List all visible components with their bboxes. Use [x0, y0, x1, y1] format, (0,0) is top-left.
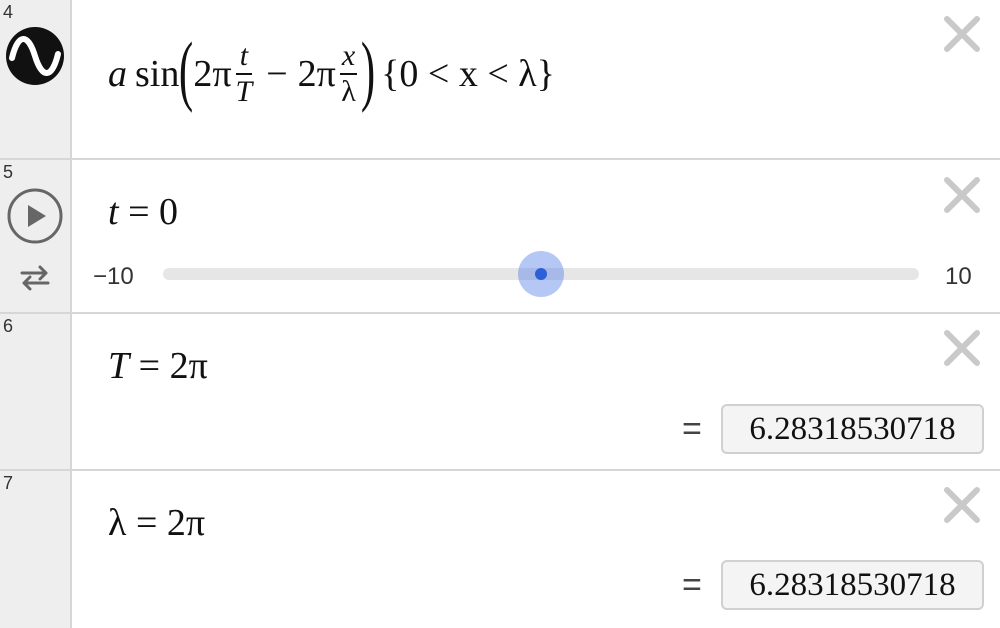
row-number: 7: [3, 473, 14, 493]
computed-value-box: 6.28318530718: [721, 560, 984, 610]
function-expression[interactable]: a sin ( 2π t T − 2π x λ ) {0 < x < λ}: [108, 24, 555, 124]
row-gutter: 4: [0, 0, 72, 158]
algebra-row-7[interactable]: 7 λ = 2π = 6.28318530718: [0, 471, 1000, 628]
open-paren: (: [179, 26, 194, 113]
variable-name: t: [108, 191, 119, 233]
row-content[interactable]: λ = 2π = 6.28318530718: [74, 471, 1000, 628]
slider-min-label[interactable]: −10: [93, 263, 134, 291]
slider-thumb-center: [535, 268, 547, 280]
play-icon[interactable]: [6, 187, 64, 245]
two-pi-term-2: 2π: [297, 53, 336, 95]
sin-function: sin: [135, 53, 180, 95]
computed-value: 6.28318530718: [749, 566, 956, 603]
row-number: 5: [3, 162, 14, 182]
minus-sign: −: [266, 53, 288, 95]
algebra-row-6[interactable]: 6 T = 2π = 6.28318530718: [0, 314, 1000, 471]
delete-row-icon[interactable]: [942, 485, 982, 525]
computed-value-box: 6.28318530718: [721, 404, 984, 454]
row-content[interactable]: t = 0 −10 10: [74, 160, 1000, 312]
row-number: 6: [3, 316, 14, 336]
row-gutter: 5: [0, 160, 72, 312]
fraction-numerator: x: [339, 41, 358, 75]
domain-restriction: {0 < x < λ}: [381, 53, 555, 95]
row-gutter: 7: [0, 471, 72, 628]
sine-wave-icon[interactable]: [6, 27, 64, 85]
fraction-x-over-lambda: x λ: [339, 41, 358, 108]
variable-definition: = 2π: [138, 345, 208, 387]
algebra-row-4[interactable]: 4 a sin ( 2π t T − 2π x λ) {0 < x < λ}: [0, 0, 1000, 160]
fraction-denominator: T: [235, 75, 253, 108]
slider-definition[interactable]: t = 0: [108, 190, 178, 234]
row-content[interactable]: a sin ( 2π t T − 2π x λ ) {0 < x < λ}: [74, 0, 1000, 158]
delete-row-icon[interactable]: [942, 14, 982, 54]
close-paren: ): [361, 26, 376, 113]
fraction-t-over-T: t T: [235, 41, 253, 108]
slider-max-label[interactable]: 10: [945, 263, 972, 291]
two-pi-term-1: 2π: [193, 53, 232, 95]
definition-expression[interactable]: T = 2π: [108, 344, 208, 388]
amplitude-symbol: a: [108, 53, 127, 95]
delete-row-icon[interactable]: [942, 175, 982, 215]
result-equals-sign: =: [682, 410, 702, 448]
algebra-row-5[interactable]: 5 t = 0 −10 10: [0, 160, 1000, 314]
computed-value: 6.28318530718: [749, 410, 956, 447]
variable-value: = 0: [128, 191, 178, 233]
variable-name: λ: [108, 502, 127, 544]
algebra-view: 4 a sin ( 2π t T − 2π x λ) {0 < x < λ} …: [0, 0, 1000, 628]
loop-icon[interactable]: [18, 261, 52, 291]
variable-name: T: [108, 345, 130, 387]
delete-row-icon[interactable]: [942, 328, 982, 368]
fraction-denominator: λ: [341, 75, 356, 108]
row-number: 4: [3, 2, 14, 22]
fraction-numerator: t: [235, 41, 253, 75]
row-content[interactable]: T = 2π = 6.28318530718: [74, 314, 1000, 469]
result-equals-sign: =: [682, 566, 702, 604]
variable-definition: = 2π: [135, 502, 206, 544]
definition-expression[interactable]: λ = 2π: [108, 501, 205, 545]
row-gutter: 6: [0, 314, 72, 469]
